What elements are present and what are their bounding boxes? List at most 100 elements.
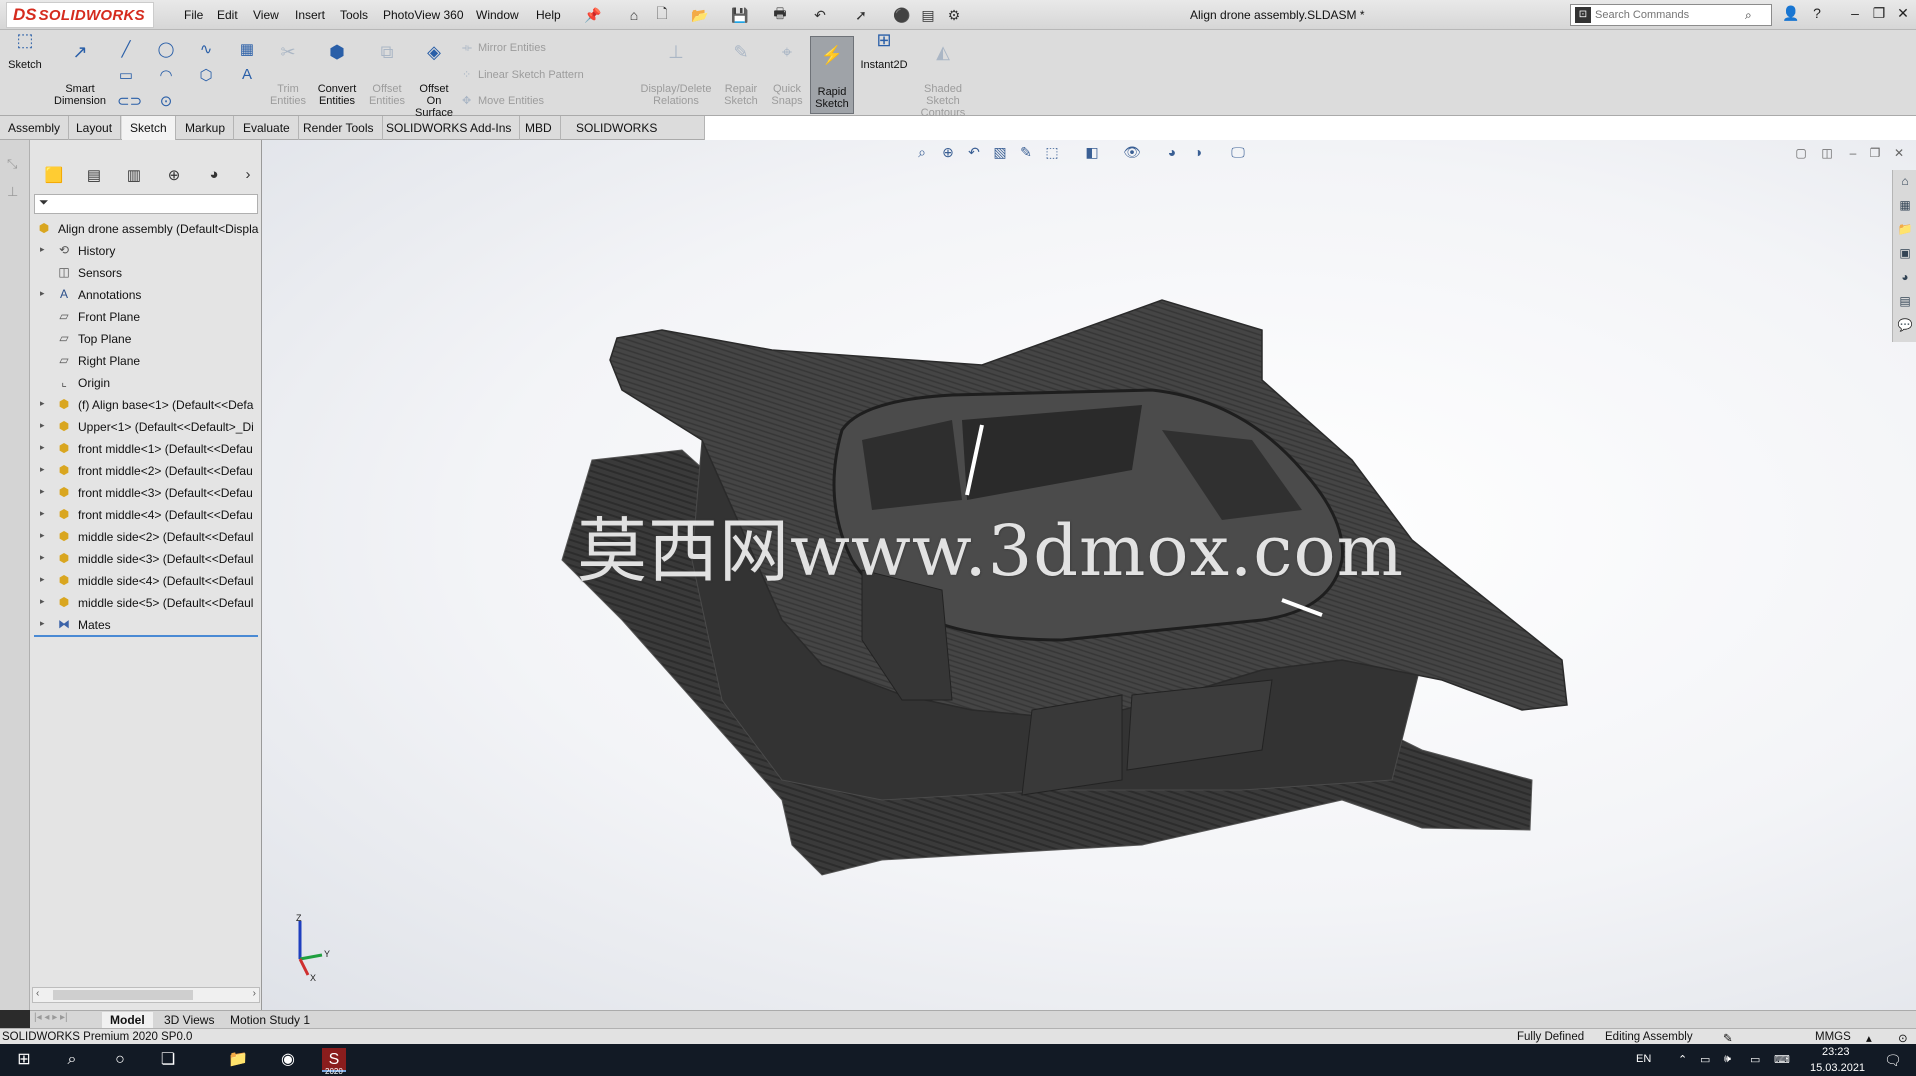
tree-filter[interactable]: ⏷: [34, 194, 258, 214]
tree-item[interactable]: ▱ Top Plane: [30, 328, 262, 350]
sketch-pin-icon[interactable]: ⤡: [7, 156, 17, 172]
rebuild-icon[interactable]: ✎: [1723, 1031, 1733, 1045]
linear-sketch-pattern-button[interactable]: ⁘ Linear Sketch Pattern: [462, 68, 584, 81]
scroll-left-icon[interactable]: ‹: [36, 988, 39, 999]
tab-addins[interactable]: SOLIDWORKS Add-Ins: [378, 116, 521, 140]
text-icon[interactable]: A: [238, 66, 256, 84]
menu-edit[interactable]: Edit: [217, 8, 238, 22]
expand-arrow-icon[interactable]: ▸: [40, 574, 45, 585]
rapid-sketch-button[interactable]: ⚡ Rapid Sketch: [810, 36, 854, 114]
solidworks-logo[interactable]: DS SOLIDWORKS: [6, 2, 154, 28]
search-commands-box[interactable]: ⊡ ⌕: [1570, 4, 1772, 26]
quick-snaps-button[interactable]: ⌖ Quick Snaps: [766, 34, 808, 107]
help-icon[interactable]: ?: [1806, 5, 1828, 21]
menu-insert[interactable]: Insert: [295, 8, 325, 22]
horizontal-scrollbar[interactable]: ‹ ›: [32, 987, 260, 1003]
tree-item[interactable]: ▸ ⬢ middle side<4> (Default<<Defaul: [30, 570, 262, 592]
tab-nav-arrows-icon[interactable]: |◂ ◂ ▸ ▸|: [34, 1012, 68, 1023]
sketch-button[interactable]: ⬚ Sketch: [6, 31, 44, 71]
configuration-manager-tab-icon[interactable]: ▥: [122, 166, 146, 188]
close-icon[interactable]: ✕: [1892, 5, 1914, 22]
expand-arrow-icon[interactable]: ▸: [40, 552, 45, 563]
tree-item[interactable]: ▸ ⬢ middle side<5> (Default<<Defaul: [30, 592, 262, 614]
taskbar-search-icon[interactable]: ⌕: [60, 1048, 84, 1072]
tab-mbd[interactable]: MBD: [517, 116, 561, 140]
chevron-right-icon[interactable]: ›: [236, 166, 260, 188]
print-icon[interactable]: 🖶: [770, 5, 790, 25]
units-dropdown-icon[interactable]: ▴: [1866, 1031, 1872, 1045]
feature-tree-tab-icon[interactable]: 🟨: [42, 166, 66, 188]
solidworks-taskbar-icon[interactable]: 2020 S: [322, 1048, 346, 1076]
tree-item[interactable]: ▸ ⬢ (f) Align base<1> (Default<<Defa: [30, 394, 262, 416]
network-icon[interactable]: ▭: [1700, 1053, 1710, 1066]
language-indicator[interactable]: EN: [1636, 1053, 1651, 1065]
convert-entities-button[interactable]: ⬢ Convert Entities: [312, 34, 362, 107]
options-gear-icon[interactable]: ⚙: [944, 5, 964, 25]
expand-arrow-icon[interactable]: ▸: [40, 530, 45, 541]
expand-arrow-icon[interactable]: ▸: [40, 244, 45, 255]
tree-item[interactable]: ▸ ⬢ front middle<2> (Default<<Defau: [30, 460, 262, 482]
chrome-icon[interactable]: ◉: [276, 1048, 300, 1072]
pin-icon[interactable]: 📌: [583, 5, 603, 25]
notification-icon[interactable]: ⊙: [1898, 1031, 1908, 1045]
expand-arrow-icon[interactable]: ▸: [40, 508, 45, 519]
new-document-icon[interactable]: 🗋: [652, 5, 672, 25]
cortana-icon[interactable]: ○: [108, 1048, 132, 1072]
home-icon[interactable]: ⌂: [624, 5, 644, 25]
tab-sketch[interactable]: Sketch: [122, 116, 176, 140]
display-manager-tab-icon[interactable]: ◕: [202, 166, 226, 188]
mirror-entities-button[interactable]: ⟛ Mirror Entities: [462, 42, 546, 55]
slot-icon[interactable]: ⊂⊃: [117, 92, 142, 110]
action-center-icon[interactable]: 🗨: [1884, 1052, 1902, 1069]
battery-icon[interactable]: ▭: [1750, 1053, 1760, 1066]
open-folder-icon[interactable]: 📂: [690, 5, 710, 25]
expand-arrow-icon[interactable]: ▸: [40, 596, 45, 607]
clock-date[interactable]: 15.03.2021: [1810, 1062, 1865, 1074]
circle-icon[interactable]: ◯: [157, 40, 175, 58]
menu-window[interactable]: Window: [476, 8, 519, 22]
tree-item[interactable]: ▸ ⬢ middle side<3> (Default<<Defaul: [30, 548, 262, 570]
tree-root-assembly[interactable]: ⬢ Align drone assembly (Default<Displa: [30, 218, 262, 240]
tray-chevron-icon[interactable]: ⌃: [1678, 1053, 1687, 1066]
tree-item[interactable]: ▸ ⬢ Upper<1> (Default<<Default>_Di: [30, 416, 262, 438]
expand-arrow-icon[interactable]: ▸: [40, 288, 45, 299]
tab-visualize[interactable]: SOLIDWORKS Visualize: [568, 116, 705, 159]
expand-arrow-icon[interactable]: ▸: [40, 398, 45, 409]
repair-sketch-button[interactable]: ✎ Repair Sketch: [718, 34, 764, 107]
tree-item[interactable]: ▱ Right Plane: [30, 350, 262, 372]
smart-dimension-button[interactable]: ↗ Smart Dimension: [52, 34, 108, 107]
tab-3d-views[interactable]: 3D Views: [156, 1012, 222, 1028]
tree-item[interactable]: ◫ Sensors: [30, 262, 262, 284]
undo-icon[interactable]: ↶: [810, 5, 830, 25]
tree-item[interactable]: ▸ ⬢ middle side<2> (Default<<Defaul: [30, 526, 262, 548]
clock-time[interactable]: 23:23: [1822, 1046, 1850, 1058]
tab-motion-study[interactable]: Motion Study 1: [222, 1012, 318, 1028]
file-properties-icon[interactable]: ▤: [918, 5, 938, 25]
search-mode-icon[interactable]: ⊡: [1575, 7, 1591, 23]
tab-evaluate[interactable]: Evaluate: [235, 116, 299, 140]
menu-tools[interactable]: Tools: [340, 8, 368, 22]
select-pointer-icon[interactable]: ➚: [851, 5, 871, 25]
keyboard-icon[interactable]: ⌨: [1774, 1053, 1790, 1066]
polygon-icon[interactable]: ⬡: [197, 66, 215, 84]
expand-arrow-icon[interactable]: ▸: [40, 442, 45, 453]
search-input[interactable]: [1595, 9, 1745, 21]
grid-icon[interactable]: ▦: [238, 40, 256, 58]
volume-icon[interactable]: 🕪: [1724, 1053, 1731, 1066]
point-icon[interactable]: ⊙: [157, 92, 175, 110]
tab-render-tools[interactable]: Render Tools: [295, 116, 383, 140]
expand-arrow-icon[interactable]: ▸: [40, 464, 45, 475]
traffic-light-icon[interactable]: ⚫: [892, 5, 912, 25]
tab-layout[interactable]: Layout: [68, 116, 122, 140]
shaded-sketch-contours-button[interactable]: ◭ Shaded Sketch Contours: [916, 34, 970, 119]
minimize-icon[interactable]: ‒: [1844, 5, 1866, 21]
spline-icon[interactable]: ∿: [197, 40, 215, 58]
tree-item[interactable]: ▸ A Annotations: [30, 284, 262, 306]
search-icon[interactable]: ⌕: [1745, 8, 1752, 23]
expand-arrow-icon[interactable]: ▸: [40, 618, 45, 629]
menu-file[interactable]: File: [184, 8, 203, 22]
display-delete-relations-button[interactable]: ⊥ Display/Delete Relations: [636, 34, 716, 107]
line-icon[interactable]: ╱: [117, 40, 135, 58]
rectangle-icon[interactable]: ▭: [117, 66, 135, 84]
tree-item[interactable]: ▸ ⬢ front middle<4> (Default<<Defau: [30, 504, 262, 526]
